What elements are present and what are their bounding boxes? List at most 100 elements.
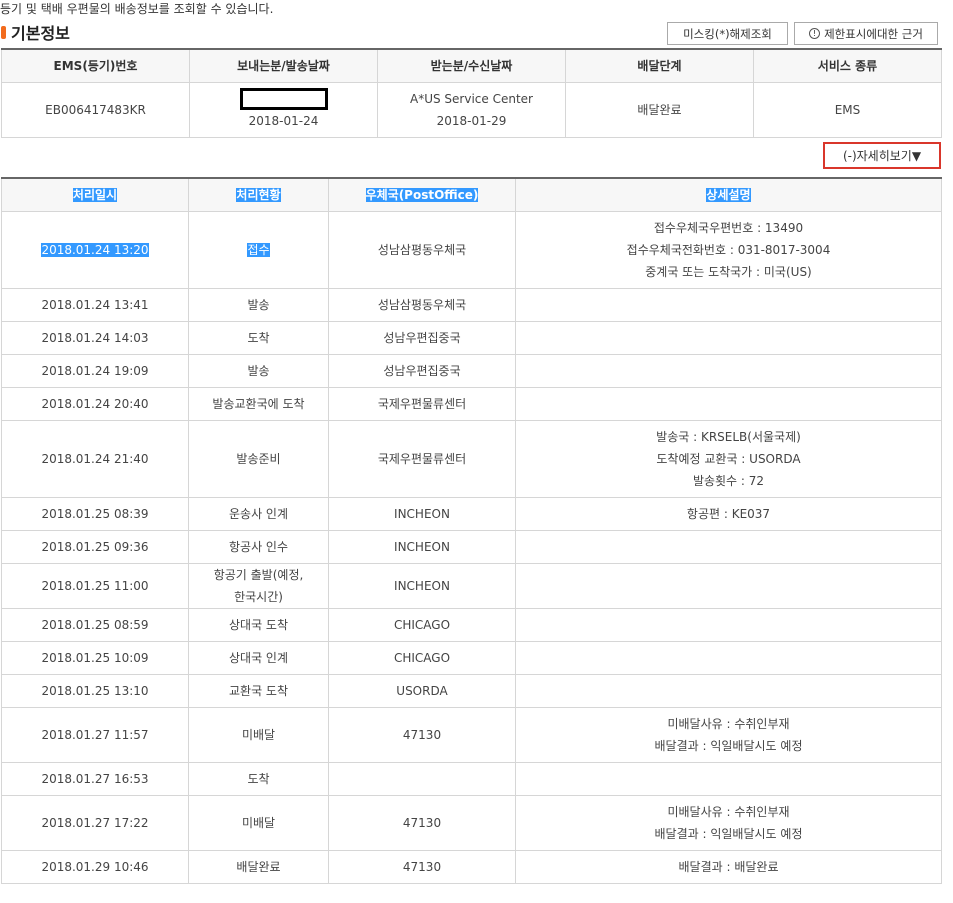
detail-toggle-button[interactable]: (-)자세히보기▼ [823,142,941,169]
intro-text: 등기 및 택배 우편물의 배송정보를 조회할 수 있습니다. [0,2,274,16]
header-service-type: 서비스 종류 [753,48,942,83]
row-status: 운송사 인계 [188,496,329,531]
row-post-office: INCHEON [328,529,516,564]
unmask-button[interactable]: 미스킹(*)해제조회 [667,22,788,45]
row-details [515,386,942,421]
table-row: 2018.01.24 13:20 접수 성남삼평동우체국 접수우체국우편번호 : 13… [1,210,942,289]
section-title: 기본정보 [11,24,70,43]
restriction-basis-button[interactable]: ! 제한표시에대한 근거 [794,22,938,45]
row-post-office: 성남우편집중국 [328,353,516,388]
detail-line: 접수우체국전화번호 : 031-8017-3004 [626,242,831,257]
row-datetime: 2018.01.25 09:36 [1,529,189,564]
table-row: 2018.01.25 13:10 교환국 도착 USORDA [1,673,942,708]
row-details: 접수우체국우편번호 : 13490 접수우체국전화번호 : 031-8017-30… [515,210,942,289]
row-status: 상대국 도착 [188,607,329,642]
row-status: 발송준비 [188,419,329,498]
row-details [515,673,942,708]
row-post-office: 국제우편물류센터 [328,419,516,498]
row-details [515,607,942,642]
table-row: 2018.01.27 16:53 도착 [1,761,942,796]
row-details: 발송국 : KRSELB(서울국제) 도착예정 교환국 : USORDA 발송횟수 … [515,419,942,498]
row-datetime: 2018.01.27 11:57 [1,706,189,763]
receiver-date: 2018-01-29 [436,113,507,128]
info-circle-icon: ! [809,28,821,39]
sender-cell: 2018-01-24 [189,81,378,138]
row-status: 도착 [188,761,329,796]
detail-line: 발송횟수 : 72 [692,473,765,488]
table-row: 2018.01.25 08:39 운송사 인계 INCHEON 항공편 : KE037 [1,496,942,531]
row-post-office: INCHEON [328,496,516,531]
top-button-group: 미스킹(*)해제조회 ! 제한표시에대한 근거 [667,22,938,45]
row-post-office: 47130 [328,706,516,763]
row-status: 상대국 인계 [188,640,329,675]
receiver-name: A*US Service Center [410,91,533,106]
detail-line: 도착예정 교환국 : USORDA [656,451,801,466]
row-post-office: 국제우편물류센터 [328,386,516,421]
detail-line: 미배달사유 : 수취인부재 [667,804,790,819]
basic-info-table: EMS(등기)번호 보내는분/발송날짜 받는분/수신날짜 배달단계 서비스 종류… [1,48,942,138]
row-post-office: CHICAGO [328,607,516,642]
delivery-stage: 배달완료 [565,81,754,138]
detail-line: 배달결과 : 배달완료 [678,859,779,874]
tracking-detail-table: 처리일시 처리현황 우체국(PostOffice) 상세설명 2018.01.2… [1,177,942,884]
table-row: 2018.01.24 20:40 발송교환국에 도착 국제우편물류센터 [1,386,942,421]
detail-line: 중계국 또는 도착국가 : 미국(US) [645,264,812,279]
tracking-number: EB006417483KR [1,81,190,138]
header-delivery-stage: 배달단계 [565,48,754,83]
header-details: 상세설명 [515,177,942,212]
header-receiver-date: 받는분/수신날짜 [377,48,566,83]
row-post-office: 성남삼평동우체국 [328,210,516,289]
row-post-office: 47130 [328,849,516,884]
row-details [515,287,942,322]
row-status: 배달완료 [188,849,329,884]
detail-line: 배달결과 : 익일배달시도 예정 [654,826,803,841]
detail-line: 배달결과 : 익일배달시도 예정 [654,738,803,753]
row-status: 발송 [188,353,329,388]
receiver-cell: A*US Service Center 2018-01-29 [377,81,566,138]
row-datetime: 2018.01.25 08:59 [1,607,189,642]
table-row: 2018.01.25 09:36 항공사 인수 INCHEON [1,529,942,564]
row-details [515,320,942,355]
row-status: 미배달 [188,706,329,763]
row-datetime: 2018.01.25 13:10 [1,673,189,708]
row-datetime: 2018.01.24 19:09 [1,353,189,388]
header-datetime: 처리일시 [1,177,189,212]
row-post-office [328,761,516,796]
row-status: 도착 [188,320,329,355]
row-datetime: 2018.01.24 14:03 [1,320,189,355]
row-details: 항공편 : KE037 [515,496,942,531]
basic-info-row: EB006417483KR 2018-01-24 A*US Service Ce… [1,81,942,138]
row-datetime: 2018.01.24 21:40 [1,419,189,498]
section-title-bar: 기본정보 [0,21,70,43]
detail-table-body: 2018.01.24 13:20 접수 성남삼평동우체국 접수우체국우편번호 : 13… [1,210,942,884]
table-row: 2018.01.25 11:00 항공기 출발(예정, 한국시간) INCHEON [1,562,942,609]
row-details: 미배달사유 : 수취인부재배달결과 : 익일배달시도 예정 [515,794,942,851]
table-row: 2018.01.29 10:46 배달완료 47130 배달결과 : 배달완료 [1,849,942,884]
row-datetime: 2018.01.24 13:41 [1,287,189,322]
table-row: 2018.01.25 10:09 상대국 인계 CHICAGO [1,640,942,675]
row-status: 미배달 [188,794,329,851]
row-post-office: 성남삼평동우체국 [328,287,516,322]
row-datetime: 2018.01.25 11:00 [1,562,189,609]
row-status: 발송교환국에 도착 [188,386,329,421]
row-datetime: 2018.01.27 16:53 [1,761,189,796]
row-details: 미배달사유 : 수취인부재 배달결과 : 익일배달시도 예정 [515,706,942,763]
detail-line: 접수우체국우편번호 : 13490 [653,220,804,235]
row-details [515,562,942,609]
basic-info-header-row: EMS(등기)번호 보내는분/발송날짜 받는분/수신날짜 배달단계 서비스 종류 [1,48,942,83]
row-post-office: 성남우편집중국 [328,320,516,355]
row-post-office: CHICAGO [328,640,516,675]
row-datetime: 2018.01.24 13:20 [1,210,189,289]
restriction-basis-label: 제한표시에대한 근거 [824,26,923,41]
redacted-sender-name [239,87,328,110]
row-status: 항공사 인수 [188,529,329,564]
table-row: 2018.01.24 13:41 발송 성남삼평동우체국 [1,287,942,322]
row-details [515,761,942,796]
header-tracking-number: EMS(등기)번호 [1,48,190,83]
row-post-office: INCHEON [328,562,516,609]
header-status: 처리현황 [188,177,329,212]
service-type: EMS [753,81,942,138]
header-sender-date: 보내는분/발송날짜 [189,48,378,83]
row-details [515,529,942,564]
row-post-office: USORDA [328,673,516,708]
